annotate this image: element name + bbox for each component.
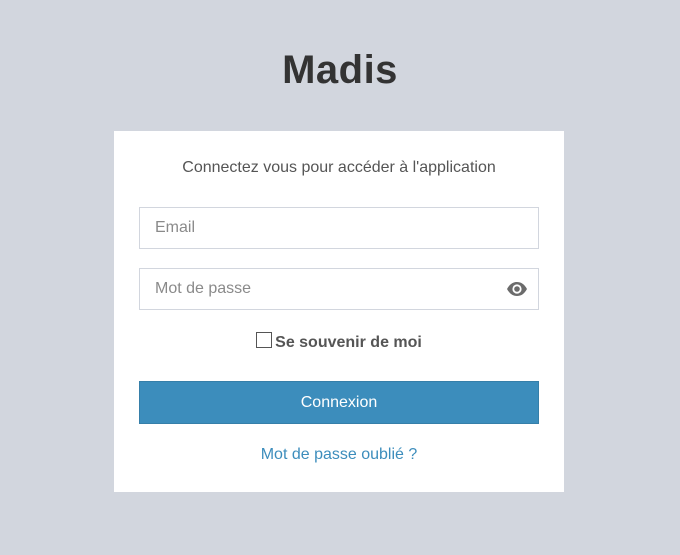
remember-me-label[interactable]: Se souvenir de moi bbox=[275, 334, 422, 351]
remember-me-row: Se souvenir de moi bbox=[114, 331, 564, 355]
app-title: Madis bbox=[282, 48, 398, 92]
password-input[interactable] bbox=[140, 269, 538, 309]
login-button[interactable]: Connexion bbox=[139, 381, 539, 424]
remember-me-checkbox[interactable] bbox=[256, 332, 273, 348]
password-field-container bbox=[139, 268, 539, 310]
login-message: Connectez vous pour accéder à l'applicat… bbox=[182, 159, 496, 176]
email-input[interactable] bbox=[140, 208, 538, 248]
forgot-password-link[interactable]: Mot de passe oublié ? bbox=[114, 444, 564, 466]
eye-icon[interactable] bbox=[506, 279, 528, 299]
login-card: Connectez vous pour accéder à l'applicat… bbox=[114, 131, 564, 492]
email-field-container bbox=[139, 207, 539, 249]
